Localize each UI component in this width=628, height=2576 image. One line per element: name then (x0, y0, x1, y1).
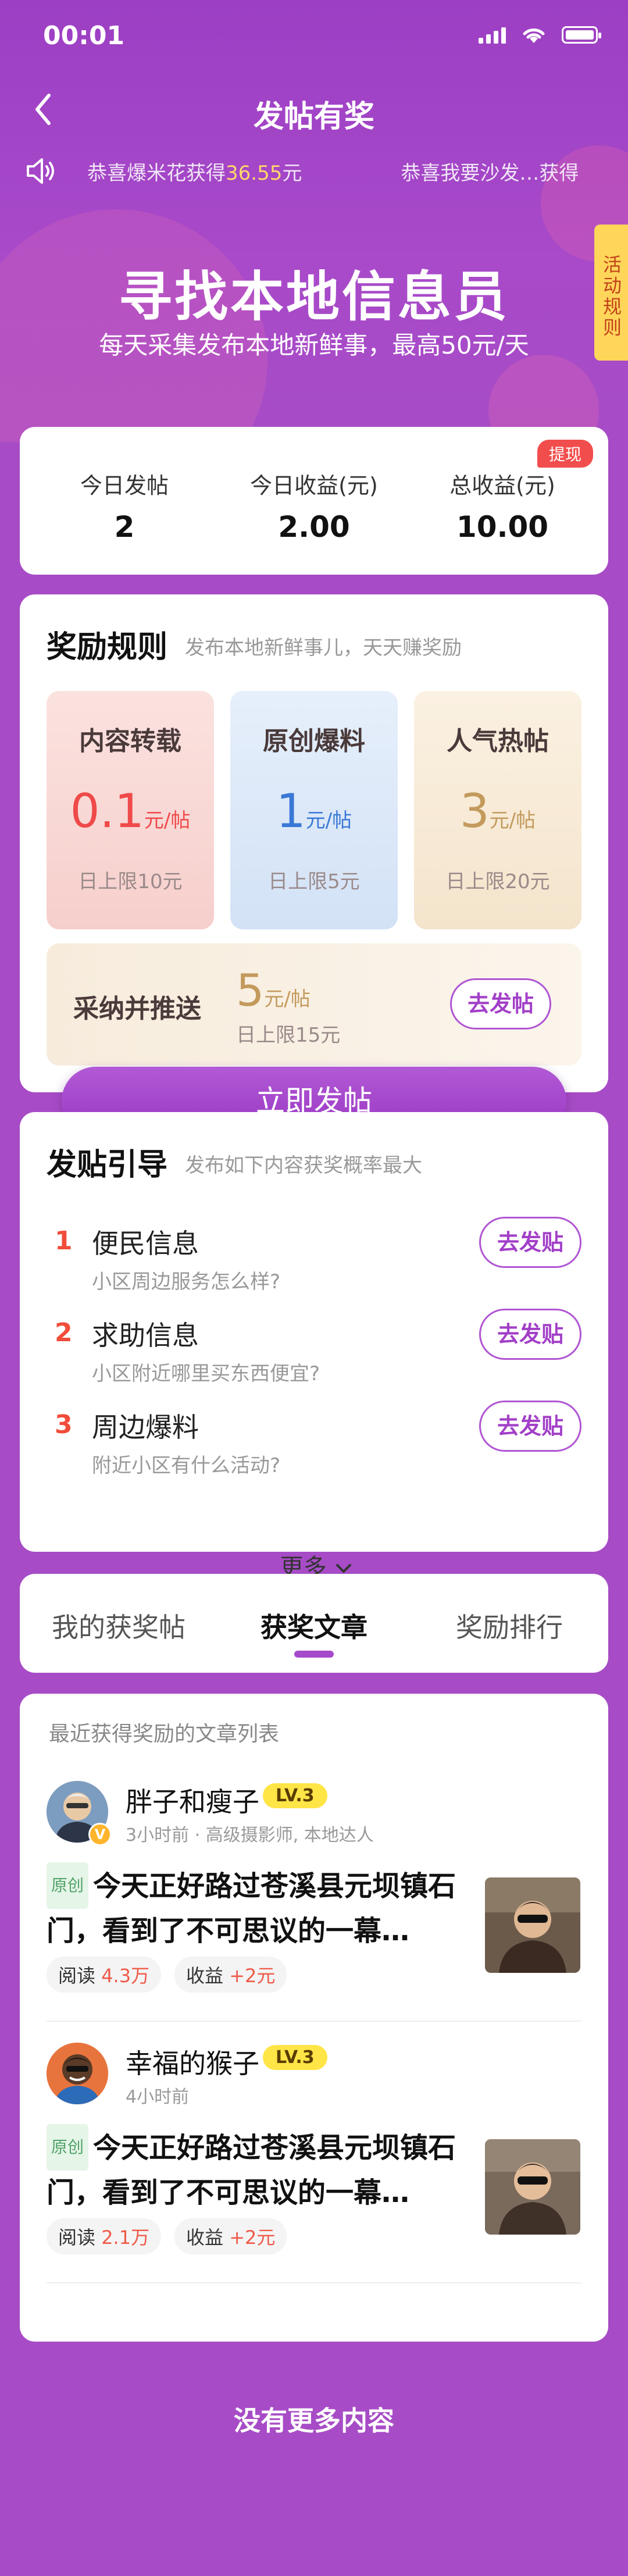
read-count-chip: 阅读 4.3万 (47, 1957, 162, 1993)
income-chip: 收益 +2元 (174, 2218, 287, 2254)
go-post-button[interactable]: 去发贴 (479, 1217, 581, 1268)
reward-box-original: 原创爆料 1元/帖 日上限5元 (230, 691, 398, 929)
divider (47, 2282, 581, 2283)
tab-awarded-articles[interactable]: 获奖文章 (215, 1606, 413, 1645)
guide-subtitle: 小区附近哪里买东西便宜? (92, 1362, 320, 1385)
divider (47, 2021, 581, 2022)
guide-subtitle: 附近小区有什么活动? (92, 1454, 281, 1477)
announcement-ticker: 恭喜爆米花获得36.55元 恭喜我要沙发…获得 (26, 154, 607, 188)
author-name[interactable]: 胖子和瘦子 (126, 1781, 259, 1819)
reward-box-adopted: 采纳并推送 5元/帖 日上限15元 去发帖 (47, 943, 581, 1066)
post-guide-card: 发贴引导 发布如下内容获奖概率最大 1 便民信息 小区周边服务怎么样? 去发贴 … (20, 1112, 608, 1581)
stats-card: 提现 今日发帖 2 今日收益(元) 2.00 总收益(元) 10.00 (20, 427, 608, 575)
signal-icon (479, 26, 506, 44)
reward-rules-card: 奖励规则 发布本地新鲜事儿，天天赚奖励 内容转载 0.1元/帖 日上限10元 原… (20, 594, 608, 1092)
guide-item: 2 求助信息 小区附近哪里买东西便宜? 去发贴 (20, 1309, 614, 1402)
go-post-button[interactable]: 去发贴 (479, 1401, 581, 1452)
page-title: 发帖有奖 (253, 99, 374, 134)
tab-my-awarded[interactable]: 我的获奖帖 (20, 1606, 217, 1645)
guide-item: 1 便民信息 小区周边服务怎么样? 去发贴 (20, 1217, 614, 1310)
section-title: 发贴引导 (47, 1148, 168, 1182)
original-tag: 原创 (47, 1862, 89, 1909)
stat-label: 总收益(元) (449, 473, 555, 498)
level-badge: LV.3 (263, 1783, 327, 1808)
withdraw-badge[interactable]: 提现 (537, 440, 593, 468)
hero-subtitle: 每天采集发布本地新鲜事，最高50元/天 (99, 331, 529, 359)
stat-value: 2.00 (278, 510, 350, 544)
income-chip: 收益 +2元 (174, 1957, 287, 1993)
verified-badge-icon: V (88, 1823, 112, 1846)
reward-name: 采纳并推送 (73, 994, 201, 1024)
guide-title: 便民信息 (92, 1228, 199, 1259)
battery-icon (562, 26, 601, 44)
list-caption: 最近获得奖励的文章列表 (49, 1722, 280, 1746)
stat-label: 今日收益(元) (250, 473, 378, 498)
original-tag: 原创 (47, 2124, 89, 2171)
tab-reward-ranking[interactable]: 奖励排行 (411, 1606, 608, 1645)
status-time: 00:01 (43, 21, 125, 51)
tabs-bar: 我的获奖帖 获奖文章 奖励排行 (20, 1574, 608, 1673)
go-post-button[interactable]: 去发贴 (479, 1309, 581, 1360)
article-thumbnail[interactable] (485, 1877, 580, 1973)
stat-value: 10.00 (456, 510, 549, 544)
guide-number: 3 (55, 1410, 73, 1440)
article-thumbnail[interactable] (485, 2139, 580, 2235)
reward-name: 原创爆料 (263, 726, 365, 756)
status-bar: 00:01 (0, 0, 628, 76)
guide-number: 1 (55, 1226, 73, 1256)
guide-subtitle: 小区周边服务怎么样? (92, 1270, 281, 1294)
no-more-content: 没有更多内容 (234, 2405, 394, 2436)
reward-value: 1元/帖 (276, 784, 352, 838)
reward-limit: 日上限5元 (268, 870, 360, 893)
section-hint: 发布本地新鲜事儿，天天赚奖励 (185, 636, 462, 660)
speaker-icon (27, 158, 54, 184)
guide-item: 3 周边爆料 附近小区有什么活动? 去发贴 (20, 1401, 614, 1494)
author-name[interactable]: 幸福的猴子 (126, 2043, 259, 2081)
stat-total-income: 总收益(元) 10.00 (415, 468, 590, 544)
read-count-chip: 阅读 2.1万 (47, 2218, 162, 2254)
level-badge: LV.3 (263, 2045, 327, 2070)
section-hint: 发布如下内容获奖概率最大 (185, 1154, 422, 1177)
reward-limit: 日上限20元 (445, 870, 550, 893)
tab-active-indicator (294, 1651, 334, 1658)
stat-label: 今日发帖 (80, 473, 169, 498)
wifi-icon (523, 28, 545, 43)
guide-title: 求助信息 (92, 1320, 199, 1351)
stat-today-income: 今日收益(元) 2.00 (227, 468, 401, 544)
stat-today-posts: 今日发帖 2 (37, 468, 212, 544)
reward-limit: 日上限15元 (236, 1024, 341, 1047)
guide-number: 2 (55, 1318, 73, 1348)
stat-value: 2 (114, 510, 135, 544)
reward-limit: 日上限10元 (78, 870, 183, 893)
ticker-item: 恭喜爆米花获得36.55元 (87, 161, 302, 185)
reward-value: 5元/帖 (236, 964, 311, 1016)
article-meta: 3小时前 · 高级摄影师, 本地达人 (126, 1825, 374, 1845)
avatar[interactable] (47, 2043, 108, 2104)
go-post-button[interactable]: 去发帖 (450, 978, 551, 1029)
reward-name: 内容转载 (79, 726, 181, 756)
ticker-item: 恭喜我要沙发…获得 (401, 161, 579, 185)
article-list-card: 最近获得奖励的文章列表 V 胖子和瘦子 LV.3 3小时前 · 高级摄影师, 本… (20, 1694, 608, 2342)
section-title: 奖励规则 (47, 630, 168, 665)
article-title[interactable]: 原创 今天正好路过苍溪县元坝镇石门，看到了不可思议的一幕… (47, 2124, 471, 2215)
article-title[interactable]: 原创 今天正好路过苍溪县元坝镇石门，看到了不可思议的一幕… (47, 1862, 471, 1953)
reward-box-hot: 人气热帖 3元/帖 日上限20元 (414, 691, 581, 929)
guide-title: 周边爆料 (92, 1412, 199, 1443)
status-icons (479, 26, 601, 44)
hero-title: 寻找本地信息员 (118, 266, 509, 328)
reward-value: 0.1元/帖 (70, 784, 191, 838)
article-meta: 4小时前 (126, 2087, 190, 2107)
reward-value: 3元/帖 (459, 784, 536, 838)
reward-box-repost: 内容转载 0.1元/帖 日上限10元 (47, 691, 214, 929)
reward-name: 人气热帖 (447, 726, 549, 756)
